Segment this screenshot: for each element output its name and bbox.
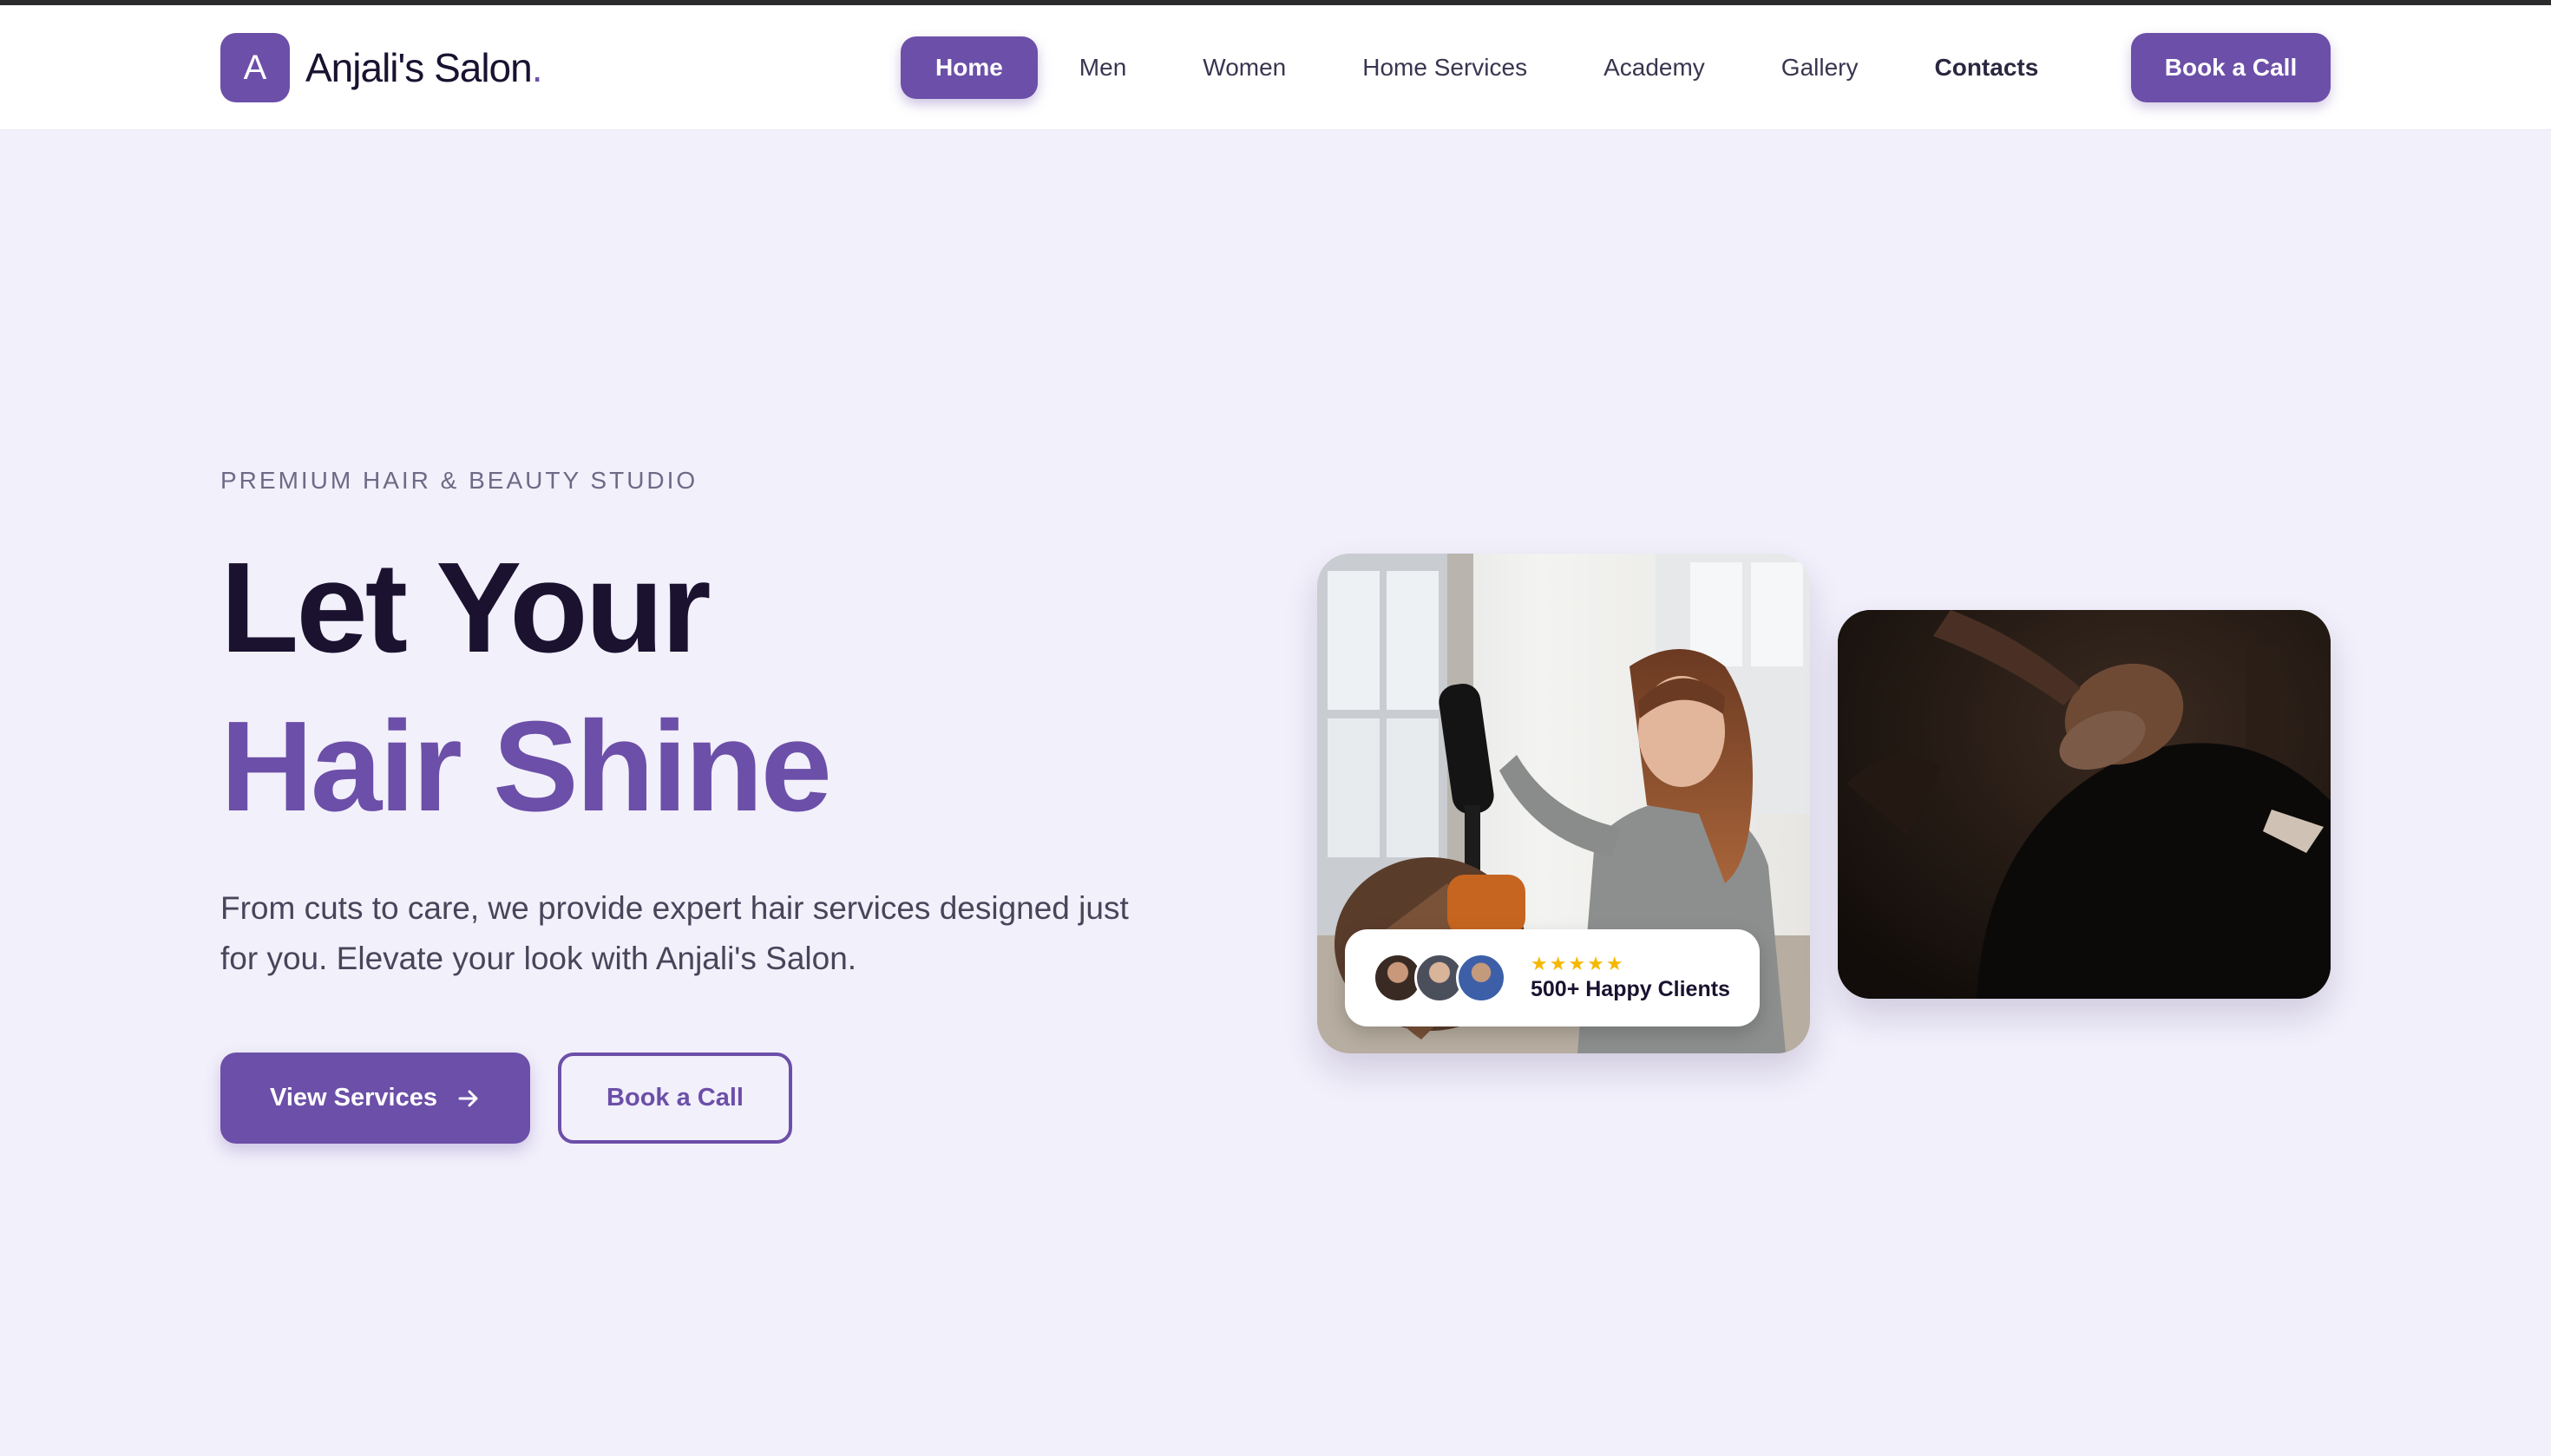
logo-text: Anjali's Salon. — [305, 44, 542, 91]
view-services-label: View Services — [270, 1084, 437, 1112]
logo-mark: A — [220, 33, 290, 102]
hero-eyebrow: PREMIUM HAIR & BEAUTY STUDIO — [220, 467, 698, 494]
site-logo[interactable]: A Anjali's Salon. — [220, 33, 542, 102]
nav-item-home-services[interactable]: Home Services — [1328, 36, 1562, 99]
book-a-call-nav-button[interactable]: Book a Call — [2131, 33, 2331, 102]
client-avatars — [1373, 953, 1506, 1003]
view-services-button[interactable]: View Services — [220, 1053, 530, 1144]
brand-name: Anjali's Salon — [305, 45, 533, 90]
star-rating-icon: ★★★★★ — [1531, 952, 1625, 974]
nav-item-men[interactable]: Men — [1045, 36, 1161, 99]
book-a-call-hero-button[interactable]: Book a Call — [558, 1053, 792, 1144]
main-menu: Home Men Women Home Services Academy Gal… — [901, 33, 2073, 102]
top-navigation-bar: A Anjali's Salon. Home Men Women Home Se… — [0, 5, 2551, 130]
nav-item-home[interactable]: Home — [901, 36, 1038, 99]
brand-name-dot: . — [531, 45, 543, 90]
avatar — [1456, 953, 1506, 1003]
badge-text: ★★★★★ 500+ Happy Clients — [1531, 954, 1730, 1002]
hero-headline-line-1: Let Your — [220, 536, 712, 679]
nav-item-gallery[interactable]: Gallery — [1747, 36, 1893, 99]
happy-clients-label: 500+ Happy Clients — [1531, 976, 1730, 1001]
nav-item-contacts[interactable]: Contacts — [1900, 36, 2074, 99]
arrow-right-icon — [458, 1090, 478, 1106]
happy-clients-badge: ★★★★★ 500+ Happy Clients — [1345, 929, 1760, 1026]
nav-item-women[interactable]: Women — [1168, 36, 1321, 99]
barber-photo — [1838, 610, 2331, 999]
hero-headline-line-2: Hair Shine — [220, 695, 832, 838]
nav-item-academy[interactable]: Academy — [1569, 36, 1740, 99]
hero-description: From cuts to care, we provide expert hai… — [220, 890, 1129, 976]
